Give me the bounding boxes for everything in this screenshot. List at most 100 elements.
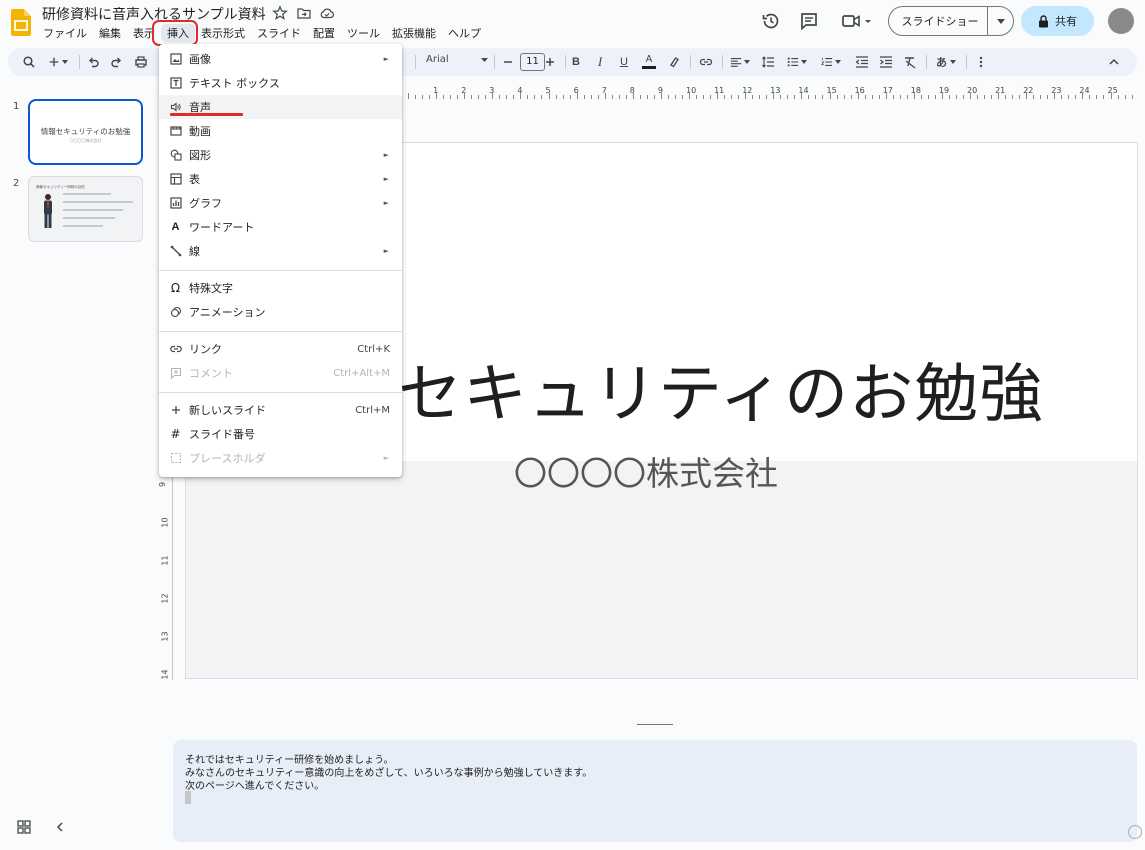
redo-icon[interactable] [108,53,126,71]
ruler-tick [653,95,655,99]
menu-file[interactable]: ファイル [37,24,93,42]
decrease-font-size-icon[interactable] [499,53,517,71]
slide-thumbnail-1[interactable]: 情報セキュリティのお勉強 〇〇〇〇株式会社 [28,99,143,165]
toolbar-divider [415,55,416,69]
numbered-list-icon[interactable] [818,53,844,71]
ruler-tick [555,95,557,99]
bulleted-list-icon[interactable] [784,53,810,71]
ruler-tick [1096,95,1098,99]
speaker-notes[interactable]: それではセキュリティー研修を始めましょう。 みなさんのセキュリティー意識の向上を… [173,740,1137,842]
slide-number: 1 [13,101,20,112]
thumbnail-bullet-line [63,209,123,211]
collapse-filmstrip-icon[interactable] [53,820,67,834]
menu-item-table[interactable]: 表 ► [159,167,402,191]
move-folder-icon[interactable] [296,5,312,21]
decrease-indent-icon[interactable] [853,53,871,71]
search-menus-icon[interactable] [20,53,38,71]
vertical-ruler[interactable]: 9 10 11 12 13 14 [158,470,173,680]
notes-resize-handle[interactable] [637,724,673,725]
menu-item-label: プレースホルダ [189,452,266,465]
slideshow-dropdown-button[interactable] [987,7,1013,35]
comment-icon [169,367,182,380]
slideshow-button[interactable]: スライドショー [888,6,1014,36]
comments-icon[interactable] [798,10,820,32]
ruler-tick [499,95,501,99]
ruler-tick [878,95,880,99]
thumbnail-title: 情報セキュリティのお勉強 [40,127,131,136]
menu-tools[interactable]: ツール [341,24,386,42]
highlight-color-icon[interactable] [665,53,683,71]
ruler-tick [766,95,768,99]
ruler-tick [681,95,683,99]
slide-thumbnail-2[interactable]: 情報セキュリティー研修の目的 [28,176,143,242]
ruler-tick [1040,95,1042,99]
ruler-tick [738,95,740,99]
meet-video-icon[interactable] [840,10,874,32]
share-button[interactable]: 共有 [1021,6,1094,36]
menu-help[interactable]: ヘルプ [442,24,487,42]
menu-item-video[interactable]: 動画 [159,119,402,143]
explore-icon[interactable] [1128,825,1142,839]
ruler-tick [920,95,922,99]
menu-format[interactable]: 表示形式 [195,24,251,42]
new-slide-plus-icon[interactable] [45,53,71,71]
ruler-tick [1005,95,1007,99]
increase-font-size-icon[interactable] [541,53,559,71]
cloud-saved-icon[interactable] [319,5,335,21]
menu-item-word-art[interactable]: A ワードアート [159,215,402,239]
ruler-tick [759,95,761,99]
undo-icon[interactable] [84,53,102,71]
menu-item-line[interactable]: 線 ► [159,239,402,263]
more-options-icon[interactable] [972,53,990,71]
menu-item-new-slide[interactable]: 新しいスライド Ctrl+M [159,398,402,422]
menu-item-placeholder: プレースホルダ ► [159,446,402,470]
clear-formatting-icon[interactable] [901,53,919,71]
ruler-tick [506,95,508,99]
input-tools-icon[interactable]: あ [932,53,960,71]
ruler-number: 12 [742,86,753,95]
font-family-select[interactable]: Arial [426,54,488,65]
underline-icon[interactable]: U [615,53,633,71]
menu-item-link[interactable]: リンク Ctrl+K [159,337,402,361]
star-icon[interactable] [272,5,288,21]
account-avatar[interactable] [1108,8,1134,34]
insert-link-icon[interactable] [697,53,715,71]
horizontal-ruler[interactable]: 1 2 3 4 5 6 7 8 9 10 11 12 13 14 15 16 17 18 19 20 21 22 23 24 2… [400,85,1137,101]
submenu-arrow-icon: ► [383,151,389,159]
menu-item-slide-numbers[interactable]: # スライド番号 [159,422,402,446]
line-spacing-icon[interactable] [759,53,777,71]
ruler-number: 21 [995,86,1006,95]
align-left-icon[interactable] [727,53,753,71]
ruler-tick [829,93,831,99]
version-history-icon[interactable] [760,10,782,32]
menu-slide[interactable]: スライド [251,24,307,42]
slides-logo-icon[interactable] [11,9,31,36]
menu-item-image[interactable]: 画像 ► [159,47,402,71]
menu-item-special-characters[interactable]: Ω 特殊文字 [159,276,402,300]
thumbnail-subtitle: 〇〇〇〇株式会社 [69,138,102,143]
print-icon[interactable] [132,53,150,71]
menu-extensions[interactable]: 拡張機能 [386,24,442,42]
menu-item-animation[interactable]: アニメーション [159,300,402,324]
collapse-toolbar-icon[interactable] [1105,53,1123,71]
ruler-tick [457,95,459,99]
thumbnail-title: 情報セキュリティー研修の目的 [36,185,85,189]
ruler-tick [548,93,550,99]
ruler-tick [787,95,789,99]
menu-item-shapes[interactable]: 図形 ► [159,143,402,167]
menu-item-chart[interactable]: グラフ ► [159,191,402,215]
menu-arrange[interactable]: 配置 [307,24,341,42]
ruler-tick [422,95,424,99]
slide-subtitle[interactable]: 〇〇〇〇株式会社 [514,447,778,495]
ruler-number: 24 [1079,86,1090,95]
text-color-icon[interactable]: A [640,53,658,71]
slide-title[interactable]: セキュリティのお勉強 [398,343,1044,435]
slideshow-label: スライドショー [901,15,979,28]
grid-view-icon[interactable] [17,820,31,834]
bold-icon[interactable]: B [567,53,585,71]
menu-edit[interactable]: 編集 [93,24,127,42]
menu-item-text-box[interactable]: テキスト ボックス [159,71,402,95]
italic-icon[interactable]: I [591,53,609,71]
increase-indent-icon[interactable] [877,53,895,71]
ruler-tick [1110,93,1112,99]
